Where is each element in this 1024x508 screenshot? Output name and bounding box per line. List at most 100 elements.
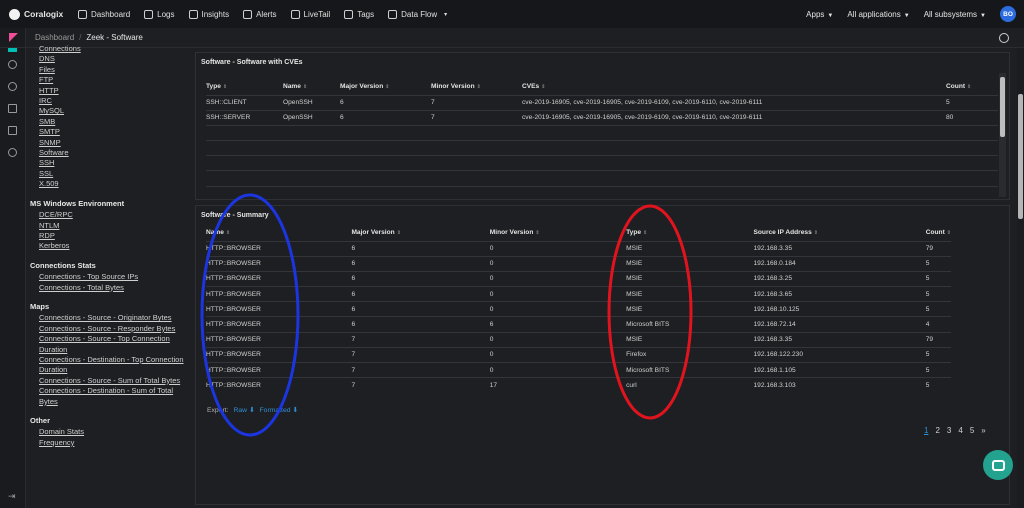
page-link[interactable]: 5	[970, 426, 974, 435]
export-formatted-link[interactable]: Formatted ⬇	[260, 407, 299, 414]
page-link[interactable]: 1	[924, 426, 928, 435]
sidebar-link[interactable]: SSL	[39, 169, 190, 179]
dashboard-icon	[78, 9, 87, 19]
chat-button[interactable]	[983, 450, 1013, 480]
sidebar-group-title: Maps	[30, 301, 50, 311]
sidebar-link[interactable]: Connections	[39, 44, 190, 54]
column-header[interactable]: Source IP Address ⇕	[753, 225, 925, 241]
page-link[interactable]: 2	[935, 426, 939, 435]
table-cell: 5	[925, 301, 951, 317]
sidebar-link[interactable]: Files	[39, 65, 190, 75]
sidebar-link[interactable]: Kerberos	[39, 241, 190, 251]
summary-panel: Software - Summary Name ⇕ Major Version ⇕ Mi…	[195, 205, 1010, 505]
nav-item-tags[interactable]: Tags	[344, 9, 374, 19]
table-cell: MSIE	[626, 270, 754, 287]
cve-scrollbar-thumb[interactable]	[1000, 77, 1005, 137]
breadcrumb-root[interactable]: Dashboard	[35, 33, 74, 42]
nav-item-label: Logs	[157, 9, 175, 19]
empty-cell	[522, 140, 946, 156]
sidebar-group-title: MS Windows Environment	[30, 198, 125, 208]
table-cell: 80	[946, 109, 998, 126]
target-icon[interactable]	[999, 33, 1009, 43]
gear-icon[interactable]	[8, 148, 17, 157]
sidebar-link[interactable]: MySQL	[39, 106, 190, 116]
sidebar-link[interactable]: Connections - Source - Originator Bytes	[39, 313, 190, 323]
sidebar-link[interactable]: SMB	[39, 117, 190, 127]
column-header[interactable]: Minor Version ⇕	[431, 79, 522, 95]
column-header[interactable]: Count ⇕	[926, 225, 951, 241]
applications-select[interactable]: All applications ▼	[847, 10, 909, 19]
column-header-label: Major Version	[340, 83, 384, 91]
dashboard-icon[interactable]	[8, 126, 17, 135]
column-header[interactable]: CVEs ⇕	[522, 79, 946, 95]
column-header[interactable]: Count ⇕	[946, 79, 998, 95]
page-scrollbar[interactable]	[1017, 48, 1024, 508]
nav-item-alerts[interactable]: Alerts	[243, 9, 277, 19]
nav-item-label: Insights	[201, 9, 230, 19]
apps-menu[interactable]: Apps ▼	[806, 10, 833, 19]
column-header[interactable]: Name ⇕	[206, 225, 351, 241]
sort-icon: ⇕	[222, 84, 228, 91]
column-header[interactable]: Major Version ⇕	[351, 225, 489, 241]
compass-icon[interactable]	[8, 82, 17, 91]
column-header[interactable]: Minor Version ⇕	[490, 225, 626, 241]
sidebar-link[interactable]: Connections - Top Source IPs	[39, 272, 190, 282]
empty-cell	[283, 124, 340, 141]
table-cell: 5	[925, 286, 951, 302]
subsystems-select[interactable]: All subsystems ▼	[924, 10, 986, 19]
table-cell: Firefox	[626, 346, 754, 363]
sidebar-link[interactable]: Connections - Destination - Sum of Total…	[39, 386, 190, 407]
sidebar-link[interactable]: DNS	[39, 54, 190, 64]
sidebar-link[interactable]: Frequency	[39, 438, 190, 448]
sidebar-link[interactable]: Connections - Total Bytes	[39, 283, 190, 293]
nav-item-dashboard[interactable]: Dashboard	[78, 9, 130, 19]
nav-item-logs[interactable]: Logs	[144, 9, 175, 19]
sidebar-link[interactable]: X.509	[39, 179, 190, 189]
table-row: HTTP::BROWSER 6 0 MSIE 192.168.0.184 5	[206, 255, 951, 272]
table-cell: 7	[351, 331, 490, 348]
clock-icon[interactable]	[8, 60, 17, 69]
sidebar-link[interactable]: Connections - Source - Responder Bytes	[39, 324, 190, 334]
column-header[interactable]: Major Version ⇕	[340, 79, 431, 95]
collapse-icon[interactable]: ⇥	[8, 491, 16, 502]
table-row: HTTP::BROWSER 6 6 Microsoft BITS 192.168.72.…	[206, 316, 951, 333]
column-header-label: Minor Version	[431, 83, 475, 91]
sidebar-group-links: DCE/RPC NTLM RDP Kerberos	[30, 210, 190, 252]
page-link[interactable]: 3	[947, 426, 951, 435]
empty-cell	[946, 185, 998, 202]
sidebar-top-links: Connections DNS Files FTP HTTP IRC MySQL SMB SMT…	[30, 44, 190, 190]
cve-scrollbar[interactable]	[999, 73, 1006, 197]
column-header-label: Type	[206, 83, 221, 91]
export-raw-link[interactable]: Raw ⬇	[233, 407, 254, 414]
sidebar-link[interactable]: SMTP	[39, 127, 190, 137]
visualize-icon[interactable]	[8, 104, 17, 113]
page-link[interactable]: »	[981, 426, 985, 435]
sidebar-link[interactable]: Connections - Source - Top Connection Du…	[39, 334, 190, 355]
sidebar-link[interactable]: SSH	[39, 158, 190, 168]
avatar[interactable]: BO	[1000, 6, 1016, 22]
sidebar-link[interactable]: Domain Stats	[39, 427, 190, 437]
column-header[interactable]: Type ⇕	[206, 79, 283, 95]
sidebar-link[interactable]: HTTP	[39, 86, 190, 96]
sidebar-link[interactable]: Connections - Destination - Top Connecti…	[39, 355, 190, 376]
brand[interactable]: Coralogix	[0, 8, 78, 20]
sidebar-link[interactable]: NTLM	[39, 221, 190, 231]
sidebar-link[interactable]: FTP	[39, 75, 190, 85]
kibana-logo-icon[interactable]	[0, 28, 26, 48]
nav-item-insights[interactable]: Insights	[188, 9, 230, 19]
sidebar-link[interactable]: Connections - Source - Sum of Total Byte…	[39, 376, 190, 386]
page-scrollbar-thumb[interactable]	[1018, 94, 1023, 219]
sidebar-link[interactable]: SNMP	[39, 138, 190, 148]
dataflow-icon	[388, 9, 398, 19]
column-header[interactable]: Type ⇕	[626, 225, 753, 241]
column-header-label: CVEs	[522, 83, 540, 91]
page-link[interactable]: 4	[958, 426, 962, 435]
sidebar-link[interactable]: RDP	[39, 231, 190, 241]
sidebar-link[interactable]: IRC	[39, 96, 190, 106]
sidebar-link[interactable]: Software	[39, 148, 190, 158]
sidebar-link[interactable]: DCE/RPC	[39, 210, 190, 220]
sidebar-group: Connections Stats Connections - Top Sourc…	[30, 261, 190, 293]
nav-item-livetail[interactable]: LiveTail	[290, 9, 330, 19]
column-header[interactable]: Name ⇕	[283, 79, 340, 95]
nav-item-data-flow[interactable]: Data Flow ▾	[388, 9, 447, 19]
